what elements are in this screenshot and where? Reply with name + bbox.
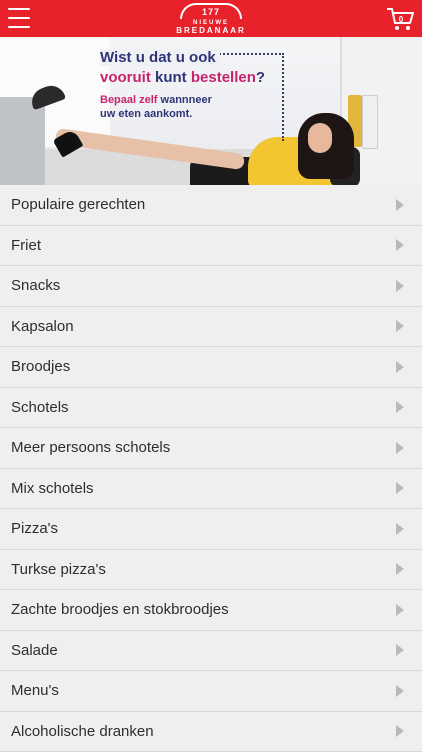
promo-line4: uw eten aankomt. <box>100 108 192 120</box>
category-item[interactable]: Zachte broodjes en stokbroodjes <box>0 590 422 631</box>
promo-line3: Bepaal zelf wannneer uw eten aankomt. <box>100 93 212 121</box>
woman-face <box>308 123 332 153</box>
category-label: Friet <box>11 237 41 254</box>
category-label: Meer persoons schotels <box>11 439 170 456</box>
promo-banner[interactable]: Wist u dat u ook vooruit kunt bestellen?… <box>0 37 422 185</box>
category-item[interactable]: Meer persoons schotels <box>0 428 422 469</box>
chevron-right-icon <box>396 361 404 373</box>
chevron-right-icon <box>396 320 404 332</box>
promo-word-kunt: kunt <box>155 69 187 86</box>
logo-line2: BREDANAAR <box>176 26 246 35</box>
hamburger-icon[interactable] <box>8 8 30 28</box>
chevron-right-icon <box>396 482 404 494</box>
chevron-right-icon <box>396 523 404 535</box>
chevron-right-icon <box>396 280 404 292</box>
promo-question-mark: ? <box>256 69 265 86</box>
monitor-decor <box>0 97 45 185</box>
category-label: Mix schotels <box>11 480 94 497</box>
category-item[interactable]: Alcoholische dranken <box>0 712 422 752</box>
promo-word-bestellen: bestellen <box>191 69 256 86</box>
category-item[interactable]: Pizza's <box>0 509 422 550</box>
category-label: Turkse pizza's <box>11 561 106 578</box>
category-item[interactable]: Snacks <box>0 266 422 307</box>
category-label: Salade <box>11 642 58 659</box>
chevron-right-icon <box>396 401 404 413</box>
chevron-right-icon <box>396 644 404 656</box>
category-label: Schotels <box>11 399 69 416</box>
promo-line1: Wist u dat u ook <box>100 49 220 66</box>
promo-wannneer: wannneer <box>161 94 212 106</box>
promo-text: Wist u dat u ook vooruit kunt bestellen?… <box>98 49 288 143</box>
category-label: Broodjes <box>11 358 70 375</box>
category-label: Populaire gerechten <box>11 196 145 213</box>
chevron-right-icon <box>396 563 404 575</box>
promo-line2: vooruit kunt bestellen? <box>100 69 265 86</box>
category-item[interactable]: Friet <box>0 226 422 267</box>
category-item[interactable]: Salade <box>0 631 422 672</box>
chevron-right-icon <box>396 725 404 737</box>
category-item[interactable]: Turkse pizza's <box>0 550 422 591</box>
shopping-cart-icon[interactable]: 0 <box>386 6 414 32</box>
category-list: Populaire gerechten Friet Snacks Kapsalo… <box>0 185 422 752</box>
logo[interactable]: 177 NIEUWE BREDANAAR <box>176 3 246 35</box>
chevron-right-icon <box>396 239 404 251</box>
category-label: Kapsalon <box>11 318 74 335</box>
promo-word-vooruit: vooruit <box>100 69 151 86</box>
chevron-right-icon <box>396 442 404 454</box>
chevron-right-icon <box>396 685 404 697</box>
logo-mark: 177 <box>180 3 242 19</box>
category-item[interactable]: Populaire gerechten <box>0 185 422 226</box>
category-label: Snacks <box>11 277 60 294</box>
category-label: Zachte broodjes en stokbroodjes <box>11 601 229 618</box>
chevron-right-icon <box>396 604 404 616</box>
category-label: Alcoholische dranken <box>11 723 154 740</box>
category-item[interactable]: Mix schotels <box>0 469 422 510</box>
chevron-right-icon <box>396 199 404 211</box>
promo-bepaal-zelf: Bepaal zelf <box>100 94 157 106</box>
top-bar: 177 NIEUWE BREDANAAR 0 <box>0 0 422 37</box>
category-item[interactable]: Kapsalon <box>0 307 422 348</box>
category-item[interactable]: Menu's <box>0 671 422 712</box>
category-item[interactable]: Broodjes <box>0 347 422 388</box>
cart-count: 0 <box>396 15 406 24</box>
category-label: Pizza's <box>11 520 58 537</box>
category-label: Menu's <box>11 682 59 699</box>
binder-decor <box>362 95 378 149</box>
category-item[interactable]: Schotels <box>0 388 422 429</box>
